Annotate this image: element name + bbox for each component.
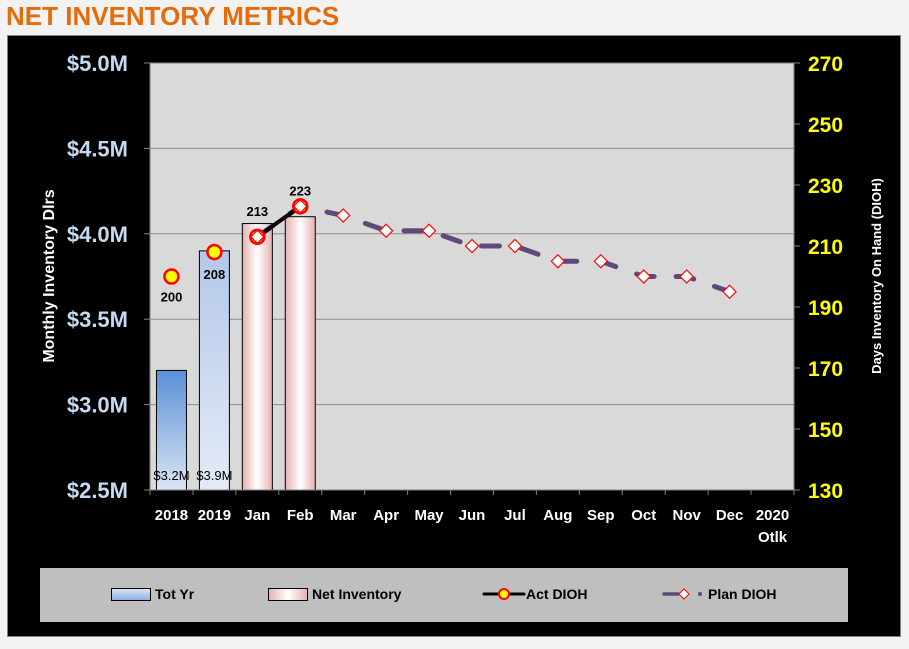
- y-axis-label: Monthly Inventory Dlrs: [41, 189, 58, 362]
- legend-item-act-dioh: Act DIOH: [482, 586, 587, 602]
- bar-net-inventory: [284, 216, 316, 491]
- y2-tick-label: 170: [808, 358, 843, 381]
- act-dioh-data-label: 213: [246, 204, 268, 219]
- y-tick-label: $4.0M: [67, 222, 128, 247]
- y-tick-label: $4.5M: [67, 136, 128, 161]
- y2-tick-label: 130: [808, 480, 843, 503]
- act-dioh-data-label: 208: [204, 267, 226, 282]
- y-tick-label: $3.5M: [67, 307, 128, 332]
- x-tick-label: Apr: [373, 507, 399, 524]
- y2-tick-label: 190: [808, 297, 843, 320]
- bar-net-inventory: [241, 223, 273, 491]
- x-tick-label: Oct: [631, 507, 656, 524]
- x-tick-label: Nov: [672, 507, 701, 524]
- bar-tot-yr: [198, 250, 230, 491]
- x-tick-label: Jan: [244, 507, 270, 524]
- x-tick-label: Jul: [504, 507, 526, 524]
- chart-svg: $3.2M $3.9M 200 208 213 223 $2.5M $3.0M $3.5M $…: [41, 51, 884, 546]
- legend-label: Act DIOH: [526, 586, 588, 602]
- y2-tick-label: 270: [808, 53, 843, 76]
- y2-tick-label: 230: [808, 175, 843, 198]
- x-tick-label: Otlk: [758, 529, 788, 546]
- bar-data-label: $3.9M: [196, 468, 232, 483]
- x-tick-label: Aug: [543, 507, 572, 524]
- act-dioh-marker-icon: [482, 588, 526, 600]
- x-tick-label: Dec: [716, 507, 744, 524]
- x-tick-label: May: [414, 507, 444, 524]
- legend-label: Net Inventory: [312, 586, 402, 602]
- x-tick-label: Feb: [287, 507, 314, 524]
- tot-yr-swatch-icon: [111, 587, 151, 601]
- x-tick-label: 2020: [756, 507, 789, 524]
- y2-axis-label: Days Inventory On Hand (DIOH): [869, 178, 884, 374]
- legend-item-tot-yr: Tot Yr: [111, 586, 194, 602]
- x-tick-label: Mar: [330, 507, 357, 524]
- legend-label: Plan DIOH: [708, 586, 777, 602]
- y2-tick-label: 210: [808, 236, 843, 259]
- legend-label: Tot Yr: [155, 586, 195, 602]
- legend-item-plan-dioh: Plan DIOH: [662, 586, 776, 602]
- act-dioh-data-label: 223: [289, 183, 311, 198]
- bar-data-label: $3.2M: [153, 468, 189, 483]
- x-tick-label: Sep: [587, 507, 615, 524]
- y-tick-label: $3.0M: [67, 393, 128, 418]
- legend-item-net-inventory: Net Inventory: [268, 586, 401, 602]
- plan-dioh-marker-icon: [662, 588, 702, 600]
- y2-tick-label: 250: [808, 114, 843, 137]
- y-tick-label: $5.0M: [67, 51, 128, 76]
- x-tick-label: Jun: [459, 507, 486, 524]
- y-tick-label: $2.5M: [67, 478, 128, 503]
- act-dioh-data-label: 200: [161, 290, 183, 305]
- x-tick-label: 2018: [155, 507, 188, 524]
- act-dioh-marker: [163, 268, 180, 285]
- x-tick-label: 2019: [198, 507, 231, 524]
- net-inventory-swatch-icon: [268, 587, 308, 601]
- y2-tick-label: 150: [808, 419, 843, 442]
- chart-legend: Tot Yr Net Inventory Act DIOH Plan DIOH: [40, 568, 848, 622]
- act-dioh-marker: [206, 243, 223, 261]
